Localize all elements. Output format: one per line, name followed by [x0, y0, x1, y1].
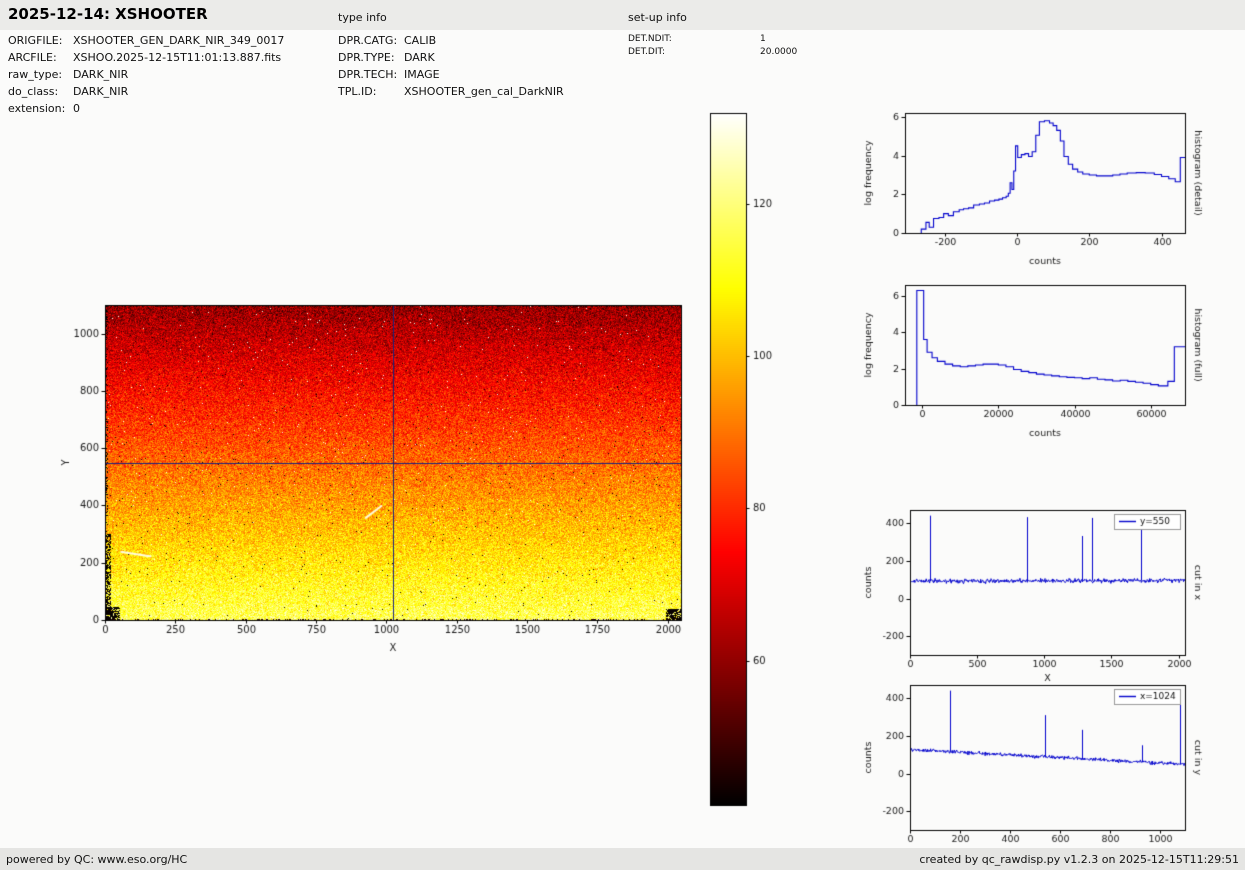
meta-label: DPR.CATG:: [338, 32, 404, 49]
cut-in-x-plot: [858, 498, 1203, 690]
setup-info-heading: set-up info: [628, 11, 687, 24]
meta-value: IMAGE: [404, 68, 440, 81]
meta-label: TPL.ID:: [338, 83, 404, 100]
meta-value: DARK: [404, 51, 435, 64]
histogram-detail-plot: [858, 100, 1203, 278]
colorbar: [703, 103, 781, 815]
meta-label: raw_type:: [8, 66, 73, 83]
meta-value: DARK_NIR: [73, 68, 128, 81]
meta-row: ORIGFILE:XSHOOTER_GEN_DARK_NIR_349_0017: [8, 32, 284, 49]
cut-in-y-plot: [858, 673, 1203, 865]
meta-value: 20.0000: [760, 47, 797, 57]
meta-label: DET.NDIT:: [628, 33, 760, 46]
meta-row: DET.DIT:20.0000: [628, 46, 797, 59]
meta-label: ORIGFILE:: [8, 32, 73, 49]
type-info-block: DPR.CATG:CALIB DPR.TYPE:DARK DPR.TECH:IM…: [338, 32, 564, 100]
setup-info-block: DET.NDIT:1 DET.DIT:20.0000: [628, 33, 797, 59]
footer-right-text: created by qc_rawdisp.py v1.2.3 on 2025-…: [919, 853, 1239, 866]
page-title: 2025-12-14: XSHOOTER: [8, 5, 208, 23]
meta-label: DPR.TECH:: [338, 66, 404, 83]
meta-label: do_class:: [8, 83, 73, 100]
meta-row: DPR.TECH:IMAGE: [338, 66, 564, 83]
meta-label: extension:: [8, 100, 73, 117]
raw-image-heatmap: [55, 295, 715, 655]
meta-value: XSHOO.2025-12-15T11:01:13.887.fits: [73, 51, 281, 64]
file-info-block: ORIGFILE:XSHOOTER_GEN_DARK_NIR_349_0017 …: [8, 32, 284, 117]
meta-row: DPR.CATG:CALIB: [338, 32, 564, 49]
meta-value: XSHOOTER_GEN_DARK_NIR_349_0017: [73, 34, 284, 47]
footer-left-text: powered by QC: www.eso.org/HC: [6, 853, 187, 866]
meta-row: raw_type:DARK_NIR: [8, 66, 284, 83]
meta-label: ARCFILE:: [8, 49, 73, 66]
meta-row: TPL.ID:XSHOOTER_gen_cal_DarkNIR: [338, 83, 564, 100]
meta-value: 0: [73, 102, 80, 115]
meta-label: DPR.TYPE:: [338, 49, 404, 66]
meta-label: DET.DIT:: [628, 46, 760, 59]
meta-row: ARCFILE:XSHOO.2025-12-15T11:01:13.887.fi…: [8, 49, 284, 66]
meta-row: do_class:DARK_NIR: [8, 83, 284, 100]
meta-value: DARK_NIR: [73, 85, 128, 98]
histogram-full-plot: [858, 272, 1203, 450]
footer-bar: powered by QC: www.eso.org/HC created by…: [0, 848, 1245, 870]
meta-row: DPR.TYPE:DARK: [338, 49, 564, 66]
meta-row: DET.NDIT:1: [628, 33, 797, 46]
header-bar: 2025-12-14: XSHOOTER type info set-up in…: [0, 0, 1245, 30]
meta-row: extension:0: [8, 100, 284, 117]
meta-value: XSHOOTER_gen_cal_DarkNIR: [404, 85, 564, 98]
meta-value: 1: [760, 34, 766, 44]
meta-value: CALIB: [404, 34, 436, 47]
type-info-heading: type info: [338, 11, 387, 24]
qc-report-page: 2025-12-14: XSHOOTER type info set-up in…: [0, 0, 1245, 870]
